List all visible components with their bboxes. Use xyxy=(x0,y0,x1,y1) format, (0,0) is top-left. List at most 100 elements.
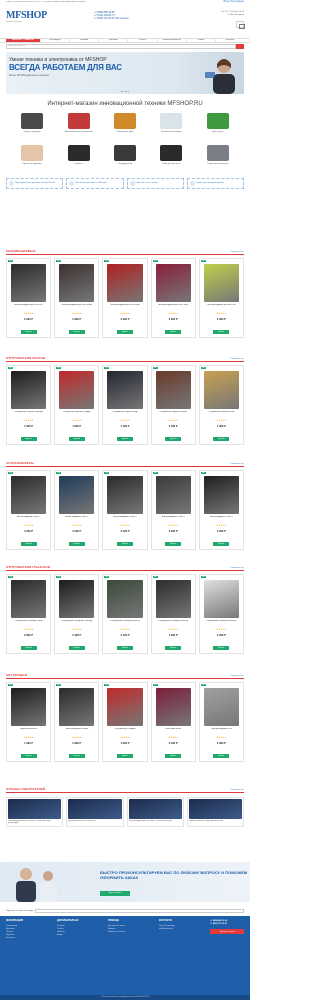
product-image[interactable] xyxy=(155,476,191,514)
review-card[interactable]: Электроподушка для ног Sport — спасибо м… xyxy=(126,797,184,827)
product-image[interactable] xyxy=(59,264,95,302)
product-image[interactable] xyxy=(107,371,143,409)
nav-item-contacts[interactable]: Контакты xyxy=(214,39,244,42)
product-card[interactable]: Хит Отпугиватель грызунов Weitech ★★★★★ 2 2… xyxy=(198,574,244,654)
product-card[interactable]: Хит Отпугиватель грызунов Торнадо ★★★★★ 2 4… xyxy=(54,574,100,654)
section-more-link[interactable]: Смотреть все xyxy=(230,251,244,254)
buy-button[interactable]: Купить xyxy=(116,437,133,441)
product-name[interactable]: Отпугиватель Тайфун xyxy=(104,728,145,736)
category-item[interactable]: Оборудование xyxy=(103,144,147,175)
product-card[interactable]: Хит Электроподушка для ног DF-7 ★★★★★ 2 990… xyxy=(6,258,52,338)
footer-phone-2[interactable]: +7 (800) 707-90-97 xyxy=(210,923,244,926)
buy-button[interactable]: Купить xyxy=(165,330,182,334)
product-image[interactable] xyxy=(155,264,191,302)
product-image[interactable] xyxy=(59,688,95,726)
product-name[interactable]: Отпугиватель кротов Град xyxy=(104,411,145,419)
product-image[interactable] xyxy=(107,476,143,514)
product-card[interactable]: Хит Водонагреватель ★★★★★ 1 990 Р Купить xyxy=(6,682,52,762)
subscribe-email-input[interactable] xyxy=(35,909,244,913)
category-item[interactable]: Уход за одеждой xyxy=(10,112,54,143)
product-name[interactable]: Антиснифферы Orion 4 xyxy=(153,516,194,524)
buy-button[interactable]: Купить xyxy=(20,330,37,334)
reviews-more-link[interactable]: Смотреть все xyxy=(230,789,244,792)
review-card[interactable]: Доставили быстро, все работает xyxy=(66,797,124,827)
phone-3[interactable]: +7 (800) 707-90-97 (бесплатно) xyxy=(94,17,128,20)
product-name[interactable]: Отпугиватель кротов Торнадо xyxy=(8,411,49,419)
product-image[interactable] xyxy=(203,688,239,726)
product-card[interactable]: Хит Электроподушка для ног TENS ★★★★★ 2 990… xyxy=(150,258,196,338)
section-more-link[interactable]: Смотреть все xyxy=(230,675,244,678)
product-image[interactable] xyxy=(107,264,143,302)
footer-link[interactable]: Вопросы и ответы xyxy=(108,931,155,934)
product-image[interactable] xyxy=(59,476,95,514)
product-name[interactable]: Электроподушка Plus xyxy=(201,728,242,736)
buy-button[interactable]: Купить xyxy=(20,542,37,546)
cart-icon[interactable] xyxy=(236,21,245,29)
product-image[interactable] xyxy=(203,371,239,409)
nav-item-reviews[interactable]: Отзывы xyxy=(185,39,215,42)
product-card[interactable]: Хит Антиснифферы Orion 2 ★★★★★ 3 290 Р Купит… xyxy=(54,470,100,550)
product-image[interactable] xyxy=(11,580,47,618)
buy-button[interactable]: Купить xyxy=(20,646,37,650)
product-image[interactable] xyxy=(11,476,47,514)
product-name[interactable]: Отпугиватель грызунов Град xyxy=(8,620,49,628)
category-item[interactable]: Автомобильная электроника xyxy=(56,112,100,143)
nav-item-sale[interactable]: Распродажа xyxy=(40,39,69,42)
product-name[interactable]: Отпугиватель кротов Solar xyxy=(201,411,242,419)
product-image[interactable] xyxy=(155,371,191,409)
product-name[interactable]: Водонагреватель xyxy=(8,728,49,736)
product-card[interactable]: Хит Антиснифферы Orion 4 ★★★★★ 3 290 Р Купит… xyxy=(150,470,196,550)
product-card[interactable]: Хит Отпугиватель грызунов Electro ★★★★★ 3 1… xyxy=(102,574,148,654)
product-name[interactable]: Электроподушка для ног Sport xyxy=(104,304,145,312)
product-name[interactable]: Отпугиватель грызунов Weitech xyxy=(201,620,242,628)
product-image[interactable] xyxy=(11,264,47,302)
product-name[interactable]: Антиснифферы Orion 2 xyxy=(56,516,97,524)
buy-button[interactable]: Купить xyxy=(213,437,230,441)
footer-link[interactable]: Контакты xyxy=(6,937,53,940)
callback-button[interactable]: Заказать звонок xyxy=(210,929,244,935)
product-image[interactable] xyxy=(203,476,239,514)
hero-banner[interactable]: Умная техника и электроника от MFSHOP ВС… xyxy=(6,52,244,94)
review-card[interactable]: Хорошее качество, буду заказывать еще xyxy=(186,797,244,827)
buy-button[interactable]: Купить xyxy=(68,754,85,758)
banner-pagination[interactable] xyxy=(121,90,129,92)
buy-button[interactable]: Купить xyxy=(68,437,85,441)
product-name[interactable]: Антиснифферы Orion 1 xyxy=(8,516,49,524)
nav-item-new[interactable]: Новинки xyxy=(69,39,98,42)
nav-item-delivery[interactable]: Доставка xyxy=(98,39,127,42)
product-card[interactable]: Хит Отпугиватель грызунов Чистон ★★★★★ 1 99… xyxy=(150,574,196,654)
category-item[interactable]: Электронные часы xyxy=(149,144,193,175)
section-more-link[interactable]: Смотреть все xyxy=(230,463,244,466)
product-card[interactable]: Хит Электроподушка для ног Plus ★★★★★ 2 990… xyxy=(198,258,244,338)
login-link[interactable]: Вход / Регистрация xyxy=(223,1,244,3)
product-name[interactable]: Электроподушка для ног DF-7 xyxy=(8,304,49,312)
promo-item[interactable]: Гарантия на все товары xyxy=(126,177,184,189)
buy-button[interactable]: Купить xyxy=(68,646,85,650)
product-card[interactable]: Хит Отпугиватель грызунов Град ★★★★★ 2 890 … xyxy=(6,574,52,654)
buy-button[interactable]: Купить xyxy=(68,330,85,334)
product-image[interactable] xyxy=(59,371,95,409)
product-card[interactable]: Хит Электроподушка для ног Reflex ★★★★★ 2 9… xyxy=(54,258,100,338)
product-image[interactable] xyxy=(59,580,95,618)
category-item[interactable]: Увлажнители воздуха xyxy=(149,112,193,143)
product-card[interactable]: Хит Антиснифферы Orion 3 ★★★★★ 3 290 Р Купит… xyxy=(102,470,148,550)
product-card[interactable]: Хит Отпугиватель кротов Град ★★★★★ 1 490 Р К… xyxy=(102,365,148,445)
product-name[interactable]: Отпугиватель грызунов Чистон xyxy=(153,620,194,628)
section-more-link[interactable]: Смотреть все xyxy=(230,358,244,361)
buy-button[interactable]: Купить xyxy=(116,646,133,650)
product-name[interactable]: Отпугиватель кротов Тайфун xyxy=(56,411,97,419)
product-name[interactable]: Электроподушка для ног Plus xyxy=(201,304,242,312)
product-card[interactable]: Хит Отпугиватель кротов Тайфун ★★★★★ 1 690 … xyxy=(54,365,100,445)
product-image[interactable] xyxy=(155,688,191,726)
promo-item[interactable]: Скидки при повторной покупке xyxy=(186,177,244,189)
category-item[interactable]: Гаджеты xyxy=(56,144,100,175)
buy-button[interactable]: Купить xyxy=(165,542,182,546)
buy-button[interactable]: Купить xyxy=(20,754,37,758)
buy-button[interactable]: Купить xyxy=(213,542,230,546)
footer-link[interactable]: info@mfshop.ru xyxy=(159,928,206,931)
buy-button[interactable]: Купить xyxy=(165,437,182,441)
nav-item-payment[interactable]: Оплата xyxy=(127,39,156,42)
buy-button[interactable]: Купить xyxy=(213,330,230,334)
product-name[interactable]: Антиснифферы Orion 3 xyxy=(104,516,145,524)
nav-item-popular[interactable]: Самые популярные xyxy=(156,39,186,42)
